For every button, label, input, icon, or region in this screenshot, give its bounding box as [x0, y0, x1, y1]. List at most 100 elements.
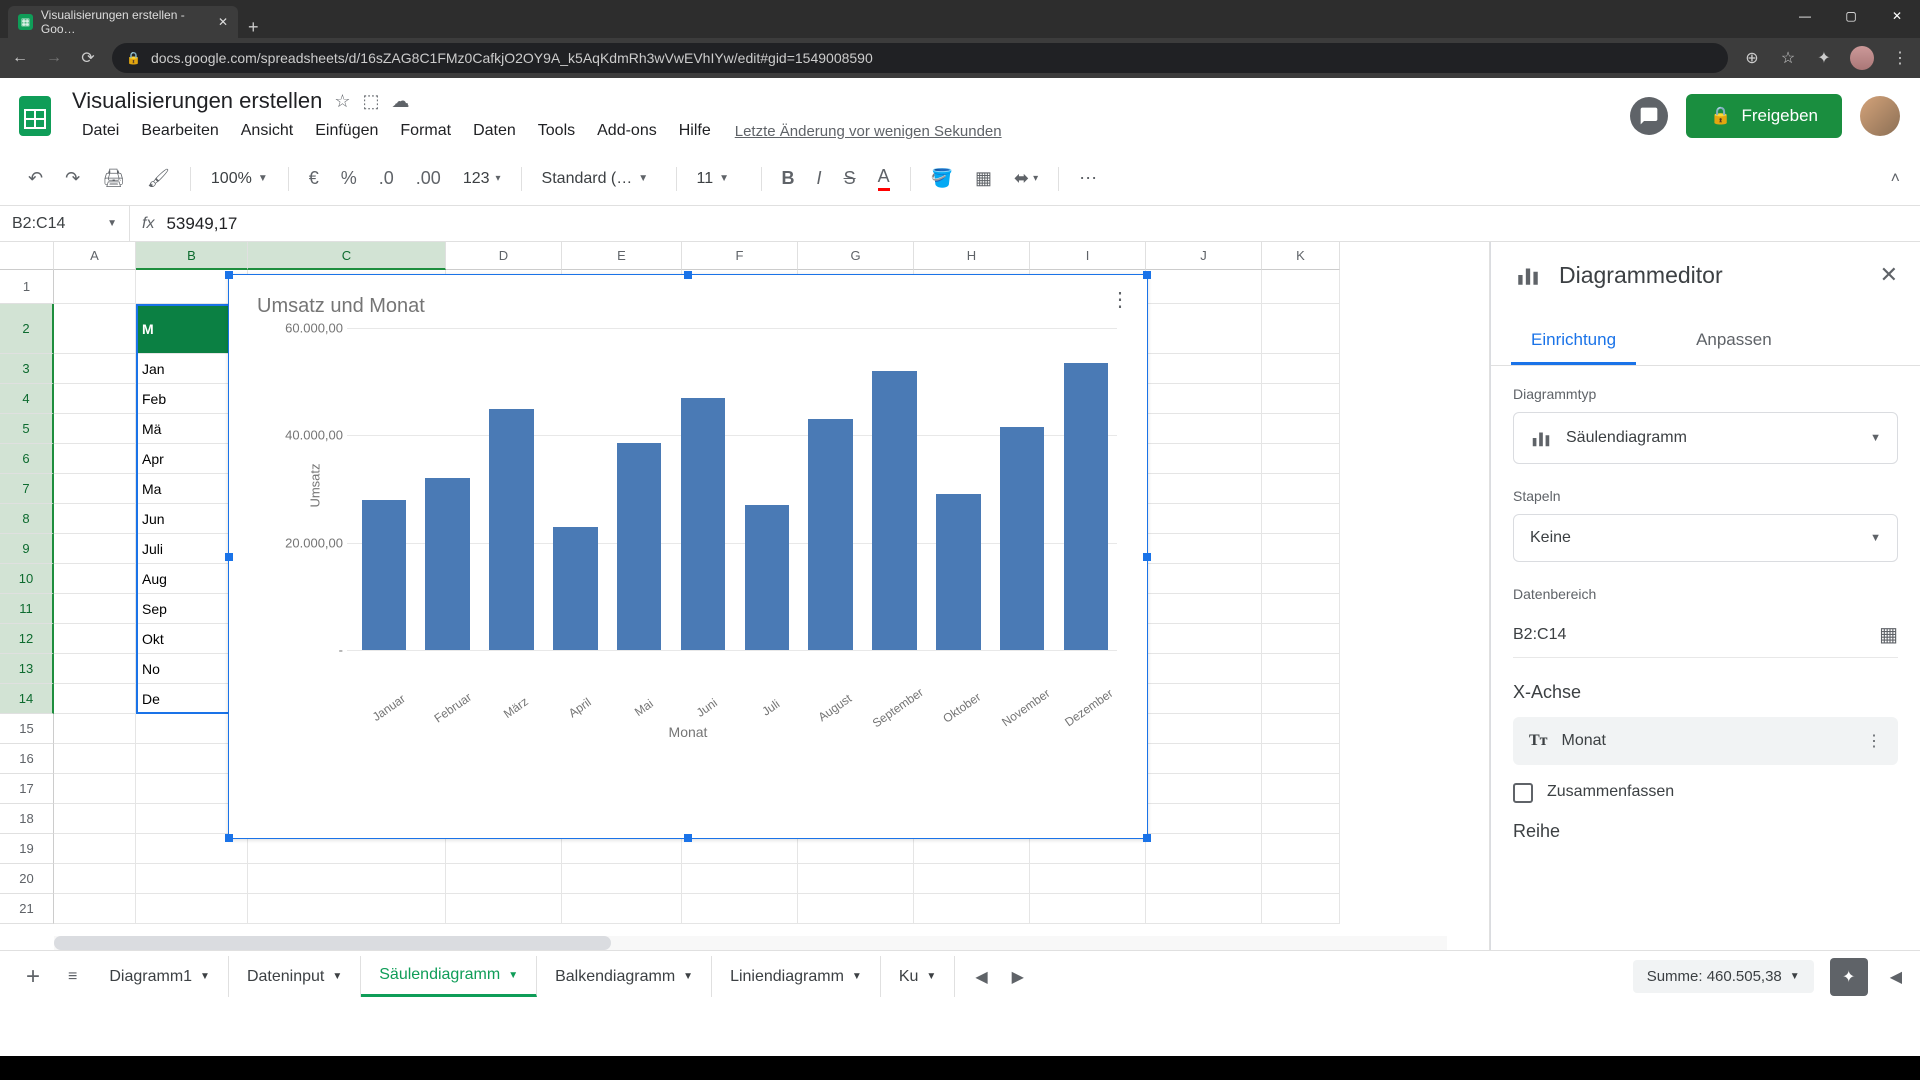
cell-J5[interactable]: [1146, 414, 1262, 444]
cell-J11[interactable]: [1146, 594, 1262, 624]
cell-K4[interactable]: [1262, 384, 1340, 414]
row-header-17[interactable]: 17: [0, 774, 54, 804]
bar-Oktober[interactable]: [936, 494, 981, 650]
row-header-1[interactable]: 1: [0, 270, 54, 304]
row-header-14[interactable]: 14: [0, 684, 54, 714]
cell-J8[interactable]: [1146, 504, 1262, 534]
back-button[interactable]: ←: [10, 49, 30, 67]
side-panel-toggle[interactable]: ◀: [1884, 961, 1908, 993]
font-select[interactable]: Standard (…▼: [534, 166, 664, 192]
sheet-tab-liniendiagramm[interactable]: Liniendiagramm▼: [712, 956, 881, 997]
cell-C20[interactable]: [248, 864, 446, 894]
share-button[interactable]: 🔒 Freigeben: [1686, 94, 1842, 138]
cell-K5[interactable]: [1262, 414, 1340, 444]
cell-H20[interactable]: [914, 864, 1030, 894]
number-format-select[interactable]: 123▾: [455, 166, 509, 192]
close-sidebar-button[interactable]: ✕: [1880, 262, 1898, 288]
sheet-tab-ku[interactable]: Ku▼: [881, 956, 955, 997]
currency-button[interactable]: €: [301, 162, 327, 195]
cell-A5[interactable]: [54, 414, 136, 444]
cell-J12[interactable]: [1146, 624, 1262, 654]
column-header-I[interactable]: I: [1030, 242, 1146, 270]
borders-button[interactable]: ▦: [967, 162, 1000, 195]
select-all-corner[interactable]: [0, 242, 54, 270]
cloud-status-icon[interactable]: ☁: [391, 91, 409, 112]
add-sheet-button[interactable]: +: [12, 955, 54, 999]
row-header-3[interactable]: 3: [0, 354, 54, 384]
chevron-down-icon[interactable]: ▼: [852, 971, 862, 982]
cell-K14[interactable]: [1262, 684, 1340, 714]
cell-A18[interactable]: [54, 804, 136, 834]
cell-J10[interactable]: [1146, 564, 1262, 594]
chevron-down-icon[interactable]: ▼: [200, 971, 210, 982]
cell-I20[interactable]: [1030, 864, 1146, 894]
cell-J20[interactable]: [1146, 864, 1262, 894]
cell-D21[interactable]: [446, 894, 562, 924]
cell-A1[interactable]: [54, 270, 136, 304]
cell-K19[interactable]: [1262, 834, 1340, 864]
row-header-2[interactable]: 2: [0, 304, 54, 354]
cell-B20[interactable]: [136, 864, 248, 894]
row-header-20[interactable]: 20: [0, 864, 54, 894]
cell-J3[interactable]: [1146, 354, 1262, 384]
cell-A19[interactable]: [54, 834, 136, 864]
cell-K7[interactable]: [1262, 474, 1340, 504]
row-header-4[interactable]: 4: [0, 384, 54, 414]
cell-A15[interactable]: [54, 714, 136, 744]
bar-November[interactable]: [1000, 427, 1045, 650]
decrease-decimal-button[interactable]: .0: [371, 162, 402, 195]
cell-K20[interactable]: [1262, 864, 1340, 894]
select-range-icon[interactable]: ▦: [1879, 622, 1898, 647]
cell-K15[interactable]: [1262, 714, 1340, 744]
chevron-down-icon[interactable]: ▼: [508, 970, 518, 981]
cell-J17[interactable]: [1146, 774, 1262, 804]
comments-button[interactable]: [1630, 97, 1668, 135]
document-title[interactable]: Visualisierungen erstellen: [72, 88, 322, 114]
menu-add-ons[interactable]: Add-ons: [587, 118, 667, 144]
row-header-13[interactable]: 13: [0, 654, 54, 684]
cell-E20[interactable]: [562, 864, 682, 894]
cell-E21[interactable]: [562, 894, 682, 924]
column-header-K[interactable]: K: [1262, 242, 1340, 270]
column-header-A[interactable]: A: [54, 242, 136, 270]
bar-Februar[interactable]: [425, 478, 470, 650]
column-header-C[interactable]: C: [248, 242, 446, 270]
sheet-tab-säulendiagramm[interactable]: Säulendiagramm▼: [361, 956, 537, 997]
last-edit-link[interactable]: Letzte Änderung vor wenigen Sekunden: [735, 123, 1002, 140]
sheet-tab-balkendiagramm[interactable]: Balkendiagramm▼: [537, 956, 712, 997]
row-header-9[interactable]: 9: [0, 534, 54, 564]
bar-August[interactable]: [808, 419, 853, 650]
browser-menu-icon[interactable]: ⋮: [1890, 48, 1910, 68]
cell-A7[interactable]: [54, 474, 136, 504]
bar-Januar[interactable]: [362, 500, 407, 650]
cell-B21[interactable]: [136, 894, 248, 924]
embedded-chart[interactable]: ⋮ Umsatz und Monat Umsatz 60.000,0040.00…: [228, 274, 1148, 839]
menu-bearbeiten[interactable]: Bearbeiten: [131, 118, 228, 144]
bar-April[interactable]: [553, 527, 598, 650]
chevron-down-icon[interactable]: ▼: [683, 971, 693, 982]
browser-profile-avatar[interactable]: [1850, 46, 1874, 70]
cell-J1[interactable]: [1146, 270, 1262, 304]
bar-Juli[interactable]: [745, 505, 790, 650]
menu-ansicht[interactable]: Ansicht: [231, 118, 303, 144]
row-header-19[interactable]: 19: [0, 834, 54, 864]
row-header-8[interactable]: 8: [0, 504, 54, 534]
collapse-toolbar-button[interactable]: ˄: [1891, 170, 1900, 188]
cell-J4[interactable]: [1146, 384, 1262, 414]
explore-button[interactable]: ✦: [1830, 958, 1868, 996]
cell-K10[interactable]: [1262, 564, 1340, 594]
menu-datei[interactable]: Datei: [72, 118, 129, 144]
more-toolbar-button[interactable]: ⋯: [1071, 162, 1105, 195]
x-axis-chip[interactable]: Tᴛ Monat ⋮: [1513, 717, 1898, 765]
cell-I21[interactable]: [1030, 894, 1146, 924]
window-maximize-button[interactable]: ▢: [1828, 0, 1874, 32]
cell-F21[interactable]: [682, 894, 798, 924]
window-minimize-button[interactable]: —: [1782, 0, 1828, 32]
column-header-G[interactable]: G: [798, 242, 914, 270]
menu-format[interactable]: Format: [390, 118, 461, 144]
column-header-D[interactable]: D: [446, 242, 562, 270]
reload-button[interactable]: ⟳: [78, 48, 98, 68]
bar-Dezember[interactable]: [1064, 363, 1109, 650]
bar-Mai[interactable]: [617, 443, 662, 650]
extensions-icon[interactable]: ✦: [1814, 48, 1834, 68]
